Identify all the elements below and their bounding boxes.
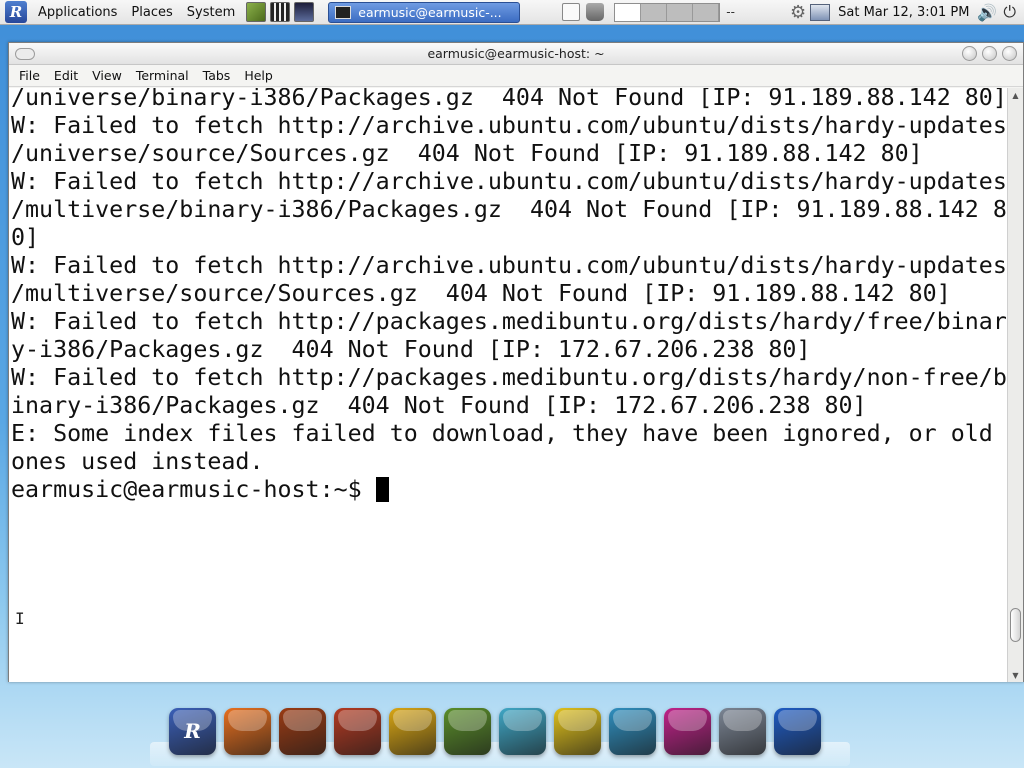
top-panel: R Applications Places System earmusic@ea…	[0, 0, 1024, 25]
network-icon[interactable]	[810, 3, 831, 21]
taskbar-window-title: earmusic@earmusic-...	[358, 4, 502, 20]
shell-prompt: earmusic@earmusic-host:~$	[11, 476, 376, 503]
terminal-line: W: Failed to fetch http://packages.medib…	[11, 364, 1007, 391]
terminal-line: W: Failed to fetch http://archive.ubuntu…	[11, 168, 1007, 195]
notes-icon[interactable]	[562, 3, 581, 21]
workspace-switcher[interactable]	[614, 2, 721, 22]
menu-edit[interactable]: Edit	[47, 68, 85, 83]
workspace-4[interactable]	[693, 3, 720, 21]
application-dock: R	[164, 700, 836, 762]
window-titlebar[interactable]: earmusic@earmusic-host: ~	[9, 43, 1023, 65]
messenger-icon[interactable]	[499, 707, 546, 755]
itunes-icon[interactable]	[664, 707, 711, 755]
menu-terminal[interactable]: Terminal	[129, 68, 196, 83]
terminal-line: W: Failed to fetch http://archive.ubuntu…	[11, 252, 1007, 279]
close-button[interactable]	[1002, 46, 1017, 61]
menu-places[interactable]: Places	[124, 5, 179, 20]
terminal-line: inary-i386/Packages.gz 404 Not Found [IP…	[11, 392, 867, 419]
files-icon[interactable]	[554, 707, 601, 755]
menu-file[interactable]: File	[12, 68, 47, 83]
audio-app-icon[interactable]	[334, 707, 381, 755]
shutdown-icon[interactable]	[774, 707, 821, 755]
firefox-icon[interactable]	[224, 707, 271, 755]
piano-icon[interactable]	[270, 2, 291, 22]
gear-icon[interactable]: ⚙	[790, 2, 806, 23]
text-cursor	[375, 477, 389, 502]
terminal-line: W: Failed to fetch http://archive.ubuntu…	[11, 112, 1007, 139]
scrollbar-thumb[interactable]	[1010, 608, 1021, 642]
terminal-line: /universe/binary-i386/Packages.gz 404 No…	[11, 88, 1007, 111]
speaker-icon[interactable]: 🔊	[977, 3, 997, 22]
terminal-line: /universe/source/Sources.gz 404 Not Foun…	[11, 140, 923, 167]
menu-view[interactable]: View	[85, 68, 129, 83]
workspace-1[interactable]	[615, 3, 642, 21]
minimize-button[interactable]	[962, 46, 977, 61]
music-player-icon[interactable]	[294, 2, 315, 22]
terminal-line: /multiverse/source/Sources.gz 404 Not Fo…	[11, 280, 951, 307]
terminal-menubar: File Edit View Terminal Tabs Help	[9, 65, 1023, 87]
photo-manager-icon[interactable]	[246, 2, 267, 22]
panel-clock[interactable]: Sat Mar 12, 3:01 PM	[838, 5, 969, 20]
trash-icon[interactable]	[586, 3, 605, 21]
terminal-output[interactable]: /universe/binary-i386/Packages.gz 404 No…	[9, 88, 1007, 682]
terminal-line: E: Some index files failed to download, …	[11, 420, 993, 447]
terminal-line: y-i386/Packages.gz 404 Not Found [IP: 17…	[11, 336, 811, 363]
terminal-scrollbar[interactable]: ▲ ▼	[1007, 88, 1023, 682]
system-settings-icon[interactable]	[719, 707, 766, 755]
window-title: earmusic@earmusic-host: ~	[427, 46, 605, 61]
workspace-2[interactable]	[641, 3, 668, 21]
distro-logo-icon[interactable]: R	[5, 1, 27, 23]
scroll-up-arrow-icon[interactable]: ▲	[1008, 88, 1023, 102]
power-icon[interactable]: ⏻	[1003, 2, 1016, 22]
workspace-3[interactable]	[667, 3, 694, 21]
terminal-line: 0]	[11, 224, 40, 251]
terminal-icon	[335, 5, 352, 19]
prompt-line: earmusic@earmusic-host:~$	[11, 476, 1007, 504]
terminal-text: /universe/binary-i386/Packages.gz 404 No…	[9, 88, 1007, 504]
terminal-line: /multiverse/binary-i386/Packages.gz 404 …	[11, 196, 1007, 223]
menu-help[interactable]: Help	[237, 68, 280, 83]
scroll-down-arrow-icon[interactable]: ▼	[1008, 668, 1023, 682]
coffee-cup-icon[interactable]	[389, 707, 436, 755]
taskbar-terminal-button[interactable]: earmusic@earmusic-...	[328, 1, 521, 23]
dock-icon-glyph: R	[184, 719, 201, 743]
menu-applications[interactable]: Applications	[31, 5, 124, 20]
maximize-button[interactable]	[982, 46, 997, 61]
menu-tabs[interactable]: Tabs	[196, 68, 238, 83]
terminal-line: ones used instead.	[11, 448, 264, 475]
menu-system[interactable]: System	[180, 5, 242, 20]
ibeam-pointer-icon: I	[15, 609, 25, 628]
workspace-label: --	[726, 5, 735, 19]
photo-editor-icon[interactable]	[444, 707, 491, 755]
terminal-line: W: Failed to fetch http://packages.medib…	[11, 308, 1007, 335]
feather-writer-icon[interactable]	[609, 707, 656, 755]
window-menu-button[interactable]	[15, 48, 35, 60]
rosa-menu-icon[interactable]: R	[169, 707, 216, 755]
guitar-icon[interactable]	[279, 707, 326, 755]
terminal-window: earmusic@earmusic-host: ~ File Edit View…	[8, 42, 1024, 682]
